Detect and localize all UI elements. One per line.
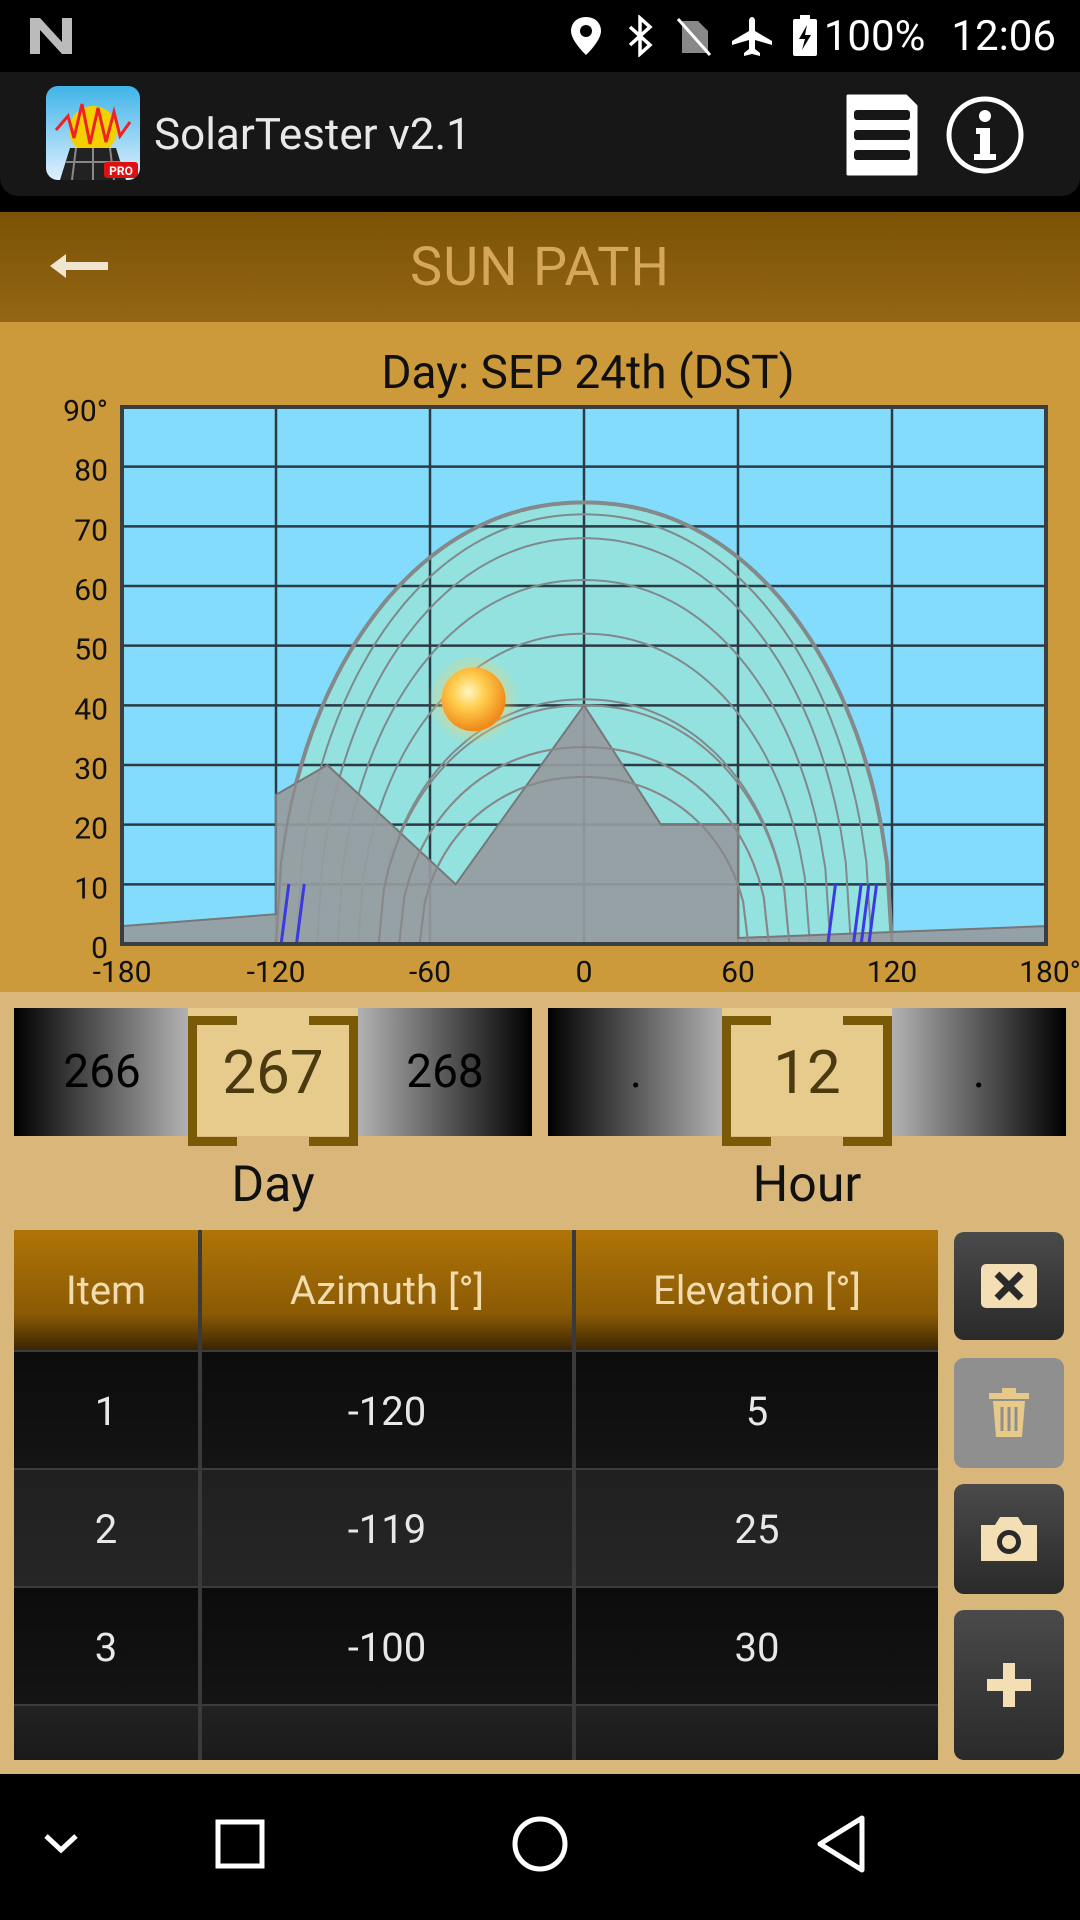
picker-bracket-left <box>188 1016 237 1146</box>
plus-icon <box>987 1663 1031 1707</box>
y-tick-label: 90° <box>63 394 108 429</box>
close-icon <box>981 1264 1037 1308</box>
delete-button[interactable] <box>954 1358 1064 1468</box>
cell-elevation: 5 <box>745 1387 769 1435</box>
table-row[interactable] <box>14 1704 938 1760</box>
screen-title: SUN PATH <box>410 236 670 299</box>
chevron-down-icon[interactable] <box>42 1830 80 1860</box>
x-tick-label: 60 <box>721 955 755 990</box>
notification-n-icon <box>30 18 72 54</box>
column-divider <box>198 1230 202 1760</box>
y-tick-label: 20 <box>74 812 108 847</box>
clock: 12:06 <box>951 11 1056 61</box>
header-azimuth[interactable]: Azimuth [°] <box>202 1230 572 1350</box>
info-icon[interactable] <box>940 90 1030 180</box>
x-tick-label: 0 <box>576 955 593 990</box>
hour-prev[interactable]: . <box>548 1008 724 1136</box>
logo-badge: PRO <box>109 164 133 178</box>
x-tick-label: 180° <box>1019 955 1080 990</box>
day-picker[interactable]: 266 267 268 <box>14 1008 532 1146</box>
column-divider <box>572 1230 576 1760</box>
hour-picker[interactable]: . 12 . <box>548 1008 1066 1146</box>
y-tick-label: 10 <box>74 871 108 906</box>
recents-square-icon[interactable] <box>214 1818 266 1870</box>
camera-button[interactable] <box>954 1484 1064 1594</box>
battery-percent: 100% <box>823 11 926 61</box>
cell-item: 3 <box>94 1623 118 1671</box>
cell-azimuth: -120 <box>347 1387 427 1435</box>
app-logo-icon: PRO <box>46 86 140 180</box>
header-item[interactable]: Item <box>14 1230 198 1350</box>
y-tick-label: 70 <box>74 513 108 548</box>
day-next[interactable]: 268 <box>358 1008 532 1136</box>
x-tick-label: 120 <box>867 955 918 990</box>
sun-path-chart[interactable]: 0102030405060708090°-180 -120 -60 0 60 120 180… <box>0 322 1080 992</box>
location-icon <box>570 17 601 55</box>
y-tick-label: 40 <box>74 692 108 727</box>
cell-item: 2 <box>94 1505 118 1553</box>
add-button[interactable] <box>954 1610 1064 1760</box>
trash-icon <box>989 1388 1029 1437</box>
x-tick-label: -120 <box>247 955 306 990</box>
y-tick-label: 50 <box>74 633 108 668</box>
back-triangle-icon[interactable] <box>814 1814 868 1874</box>
clear-button[interactable] <box>954 1232 1064 1340</box>
no-sim-icon <box>676 18 711 56</box>
cell-azimuth: -119 <box>347 1505 427 1553</box>
menu-list-icon[interactable] <box>836 90 926 180</box>
x-tick-label: -180 <box>93 955 152 990</box>
picker-bracket-right <box>309 1016 358 1146</box>
cell-elevation: 30 <box>734 1623 780 1671</box>
picker-bracket-left <box>722 1016 771 1146</box>
obstruction-table: Item Azimuth [°] Elevation [°] 1 -120 5 … <box>14 1230 938 1760</box>
cell-item: 1 <box>94 1387 118 1435</box>
y-tick-label: 30 <box>74 752 108 787</box>
x-tick-label: -60 <box>409 955 451 990</box>
day-label: Day <box>231 1156 315 1214</box>
hour-next[interactable]: . <box>892 1008 1066 1136</box>
bluetooth-icon <box>628 15 653 57</box>
status-bar: 100% 12:06 <box>0 0 1080 72</box>
day-prev[interactable]: 266 <box>14 1008 190 1136</box>
table-header: Item Azimuth [°] Elevation [°] <box>14 1230 938 1350</box>
cell-azimuth: -100 <box>347 1623 427 1671</box>
airplane-mode-icon <box>731 17 772 56</box>
battery-charging-icon <box>792 15 817 56</box>
y-tick-label: 60 <box>74 573 108 608</box>
table-row[interactable]: 2 -119 25 <box>14 1468 938 1588</box>
table-row[interactable]: 3 -100 30 <box>14 1586 938 1706</box>
header-elevation[interactable]: Elevation [°] <box>576 1230 938 1350</box>
app-title: SolarTester v2.1 <box>154 108 471 160</box>
cell-elevation: 25 <box>734 1505 780 1553</box>
y-tick-label: 80 <box>74 454 108 489</box>
hour-label: Hour <box>752 1156 862 1214</box>
table-row[interactable]: 1 -120 5 <box>14 1350 938 1470</box>
sun-icon <box>441 667 506 732</box>
camera-icon <box>981 1517 1037 1561</box>
picker-bracket-right <box>843 1016 892 1146</box>
home-circle-icon[interactable] <box>510 1814 570 1874</box>
